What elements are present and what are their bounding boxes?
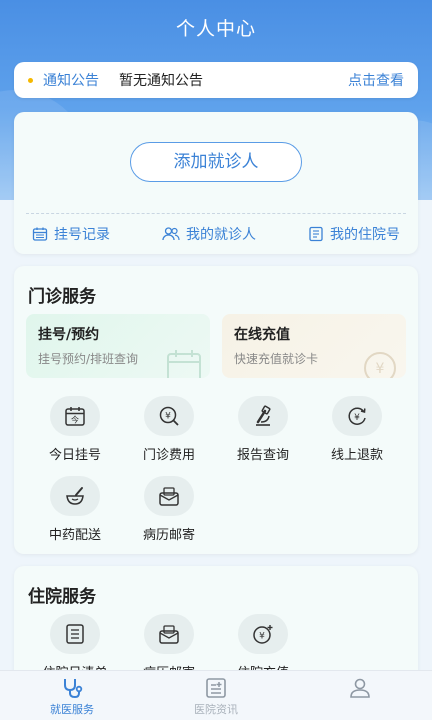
- microscope-icon: [256, 405, 271, 426]
- item-label: 中药配送: [48, 528, 101, 543]
- list-icon: [66, 624, 84, 644]
- document-icon: [309, 226, 323, 242]
- item-label: 门诊费用: [142, 448, 195, 463]
- item-label: 报告查询: [236, 448, 289, 463]
- svg-text:¥: ¥: [376, 361, 385, 377]
- notice-more-link[interactable]: 点击查看: [348, 70, 404, 90]
- my-inpatient-number-link[interactable]: 我的住院号: [308, 224, 400, 244]
- tab-profile[interactable]: [288, 671, 432, 720]
- icon-background: [238, 396, 288, 436]
- notice-label: 通知公告: [43, 73, 99, 89]
- icon-background: ¥: [144, 396, 194, 436]
- icon-background: [50, 614, 100, 654]
- outpatient-fee-item[interactable]: ¥ 门诊费用: [129, 396, 209, 463]
- icon-background: [50, 476, 100, 516]
- calendar-icon: [32, 227, 48, 241]
- online-recharge-card[interactable]: 在线充值 快速充值就诊卡 ¥: [222, 314, 406, 378]
- tab-medical-service[interactable]: 就医服务: [0, 671, 144, 720]
- notice-text: 暂无通知公告: [119, 73, 203, 89]
- svg-text:今: 今: [71, 415, 79, 425]
- refund-yen-icon: ¥: [348, 407, 366, 425]
- users-icon: [162, 227, 180, 241]
- calendar-decoration-icon: [167, 350, 201, 378]
- page-title: 个人中心: [175, 18, 256, 40]
- svg-text:¥: ¥: [165, 412, 171, 422]
- stethoscope-icon: [64, 679, 83, 699]
- my-patients-link[interactable]: 我的就诊人: [162, 224, 256, 244]
- tab-hospital-news[interactable]: 医院资讯: [144, 671, 288, 720]
- feature-title: 挂号/预约: [38, 327, 100, 343]
- registration-records-link[interactable]: 挂号记录: [32, 224, 110, 244]
- icon-background: 今: [50, 396, 100, 436]
- section-title: 门诊服务: [28, 287, 96, 307]
- link-label: 挂号记录: [54, 227, 110, 243]
- registration-card[interactable]: 挂号/预约 挂号预约/排班查询: [26, 314, 210, 378]
- bottom-tab-bar: 就医服务 医院资讯: [0, 670, 432, 720]
- tab-label: 医院资讯: [194, 703, 238, 716]
- link-label: 我的就诊人: [186, 227, 256, 243]
- herbal-delivery-item[interactable]: 中药配送: [35, 476, 115, 543]
- today-registration-item[interactable]: 今 今日挂号: [35, 396, 115, 463]
- icon-background: ¥: [238, 614, 288, 654]
- link-label: 我的住院号: [330, 227, 400, 243]
- recharge-yen-icon: ¥: [253, 625, 273, 644]
- online-refund-item[interactable]: ¥ 线上退款: [317, 396, 397, 463]
- mortar-icon: [66, 487, 84, 505]
- icon-background: ¥: [332, 396, 382, 436]
- outpatient-section: 门诊服务 挂号/预约 挂号预约/排班查询 在线充值 快速充值就诊卡 ¥ 今 今日…: [14, 266, 418, 554]
- icon-background: [144, 614, 194, 654]
- news-icon: [206, 678, 226, 698]
- patient-links: 挂号记录 我的就诊人 我的住院号: [14, 224, 418, 244]
- feature-title: 在线充值: [234, 327, 290, 343]
- add-patient-button[interactable]: 添加就诊人: [130, 142, 302, 182]
- yen-coin-decoration-icon: ¥: [364, 352, 396, 378]
- notice-bar[interactable]: 通知公告 暂无通知公告 点击查看: [14, 62, 418, 98]
- medical-record-mail-item[interactable]: 病历邮寄: [129, 476, 209, 543]
- section-title: 住院服务: [28, 587, 96, 607]
- item-label: 今日挂号: [48, 448, 101, 463]
- item-label: 病历邮寄: [142, 528, 195, 543]
- profile-icon: [350, 678, 370, 698]
- mailbox-icon: [159, 625, 179, 644]
- icon-background: [144, 476, 194, 516]
- report-query-item[interactable]: 报告查询: [223, 396, 303, 463]
- notice-dot-icon: [28, 77, 33, 83]
- item-label: 线上退款: [330, 448, 383, 463]
- svg-text:¥: ¥: [259, 632, 265, 642]
- patient-card: 添加就诊人 挂号记录 我的就诊人 我的住院号: [14, 112, 418, 254]
- calendar-today-icon: 今: [65, 407, 85, 426]
- mailbox-icon: [159, 487, 179, 506]
- svg-text:¥: ¥: [354, 413, 360, 423]
- tab-label: 就医服务: [50, 703, 94, 716]
- divider: [26, 213, 406, 214]
- search-yen-icon: ¥: [159, 406, 179, 426]
